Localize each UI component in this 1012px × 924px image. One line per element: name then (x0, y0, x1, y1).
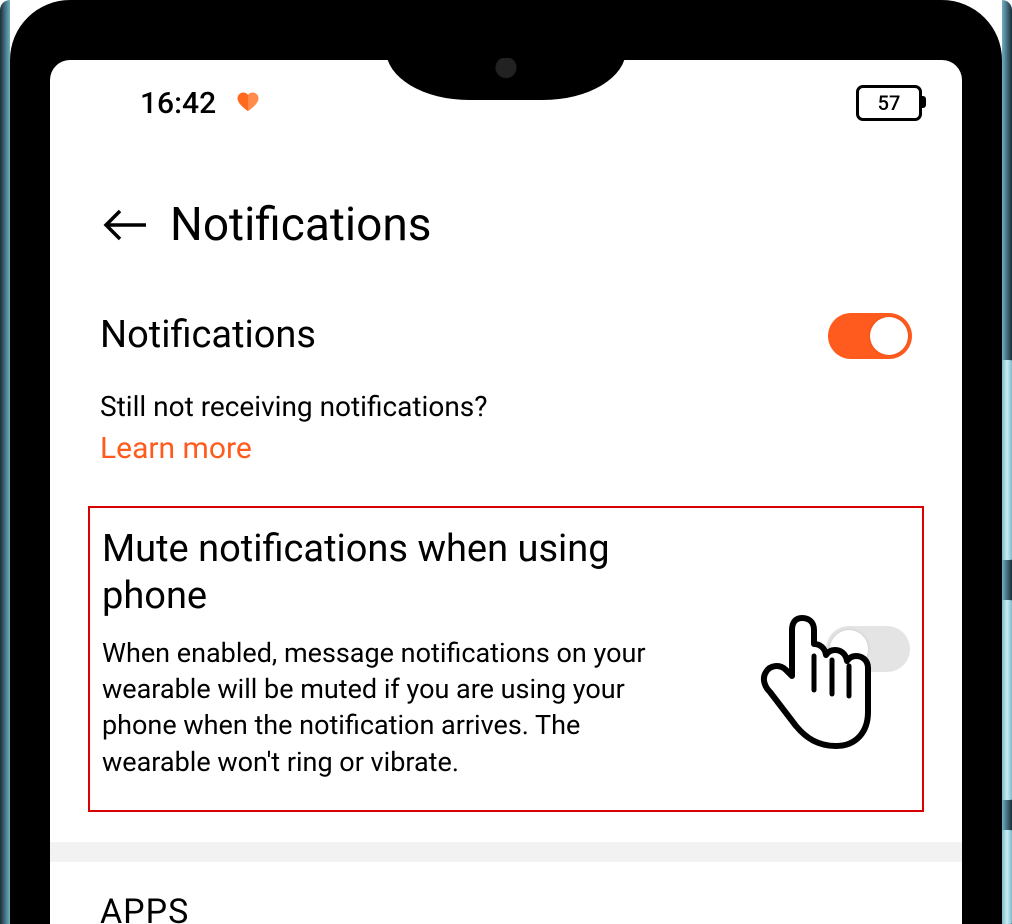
notifications-label: Notifications (100, 312, 316, 360)
frame-edge-left (0, 0, 10, 924)
page-title: Notifications (170, 198, 432, 252)
notifications-section: Notifications Still not receiving notifi… (50, 282, 962, 486)
pointer-hand-icon (752, 608, 882, 768)
front-camera-icon (488, 58, 524, 82)
phone-mockup: 16:42 57 (0, 0, 1012, 924)
health-app-icon (234, 89, 262, 117)
mute-title: Mute notifications when using phone (102, 526, 662, 621)
mute-highlight-box: Mute notifications when using phone When… (88, 506, 924, 813)
status-right: 57 (856, 85, 922, 121)
status-left: 16:42 (140, 86, 262, 121)
apps-section-header: APPS (50, 862, 962, 924)
toggle-knob (870, 317, 908, 355)
mute-description: When enabled, message notifications on y… (102, 635, 682, 781)
section-divider (50, 842, 962, 862)
clock: 16:42 (140, 86, 216, 121)
help-question: Still not receiving notifications? (100, 390, 912, 423)
back-button[interactable] (100, 205, 150, 245)
screen: 16:42 57 (50, 60, 962, 924)
battery-level: 57 (878, 91, 901, 115)
notifications-row: Notifications (100, 312, 912, 360)
notifications-toggle[interactable] (828, 313, 912, 359)
learn-more-link[interactable]: Learn more (100, 431, 252, 466)
battery-icon: 57 (856, 85, 922, 121)
app-header: Notifications (50, 128, 962, 282)
mute-text-block: Mute notifications when using phone When… (102, 526, 796, 781)
arrow-left-icon (102, 207, 148, 243)
